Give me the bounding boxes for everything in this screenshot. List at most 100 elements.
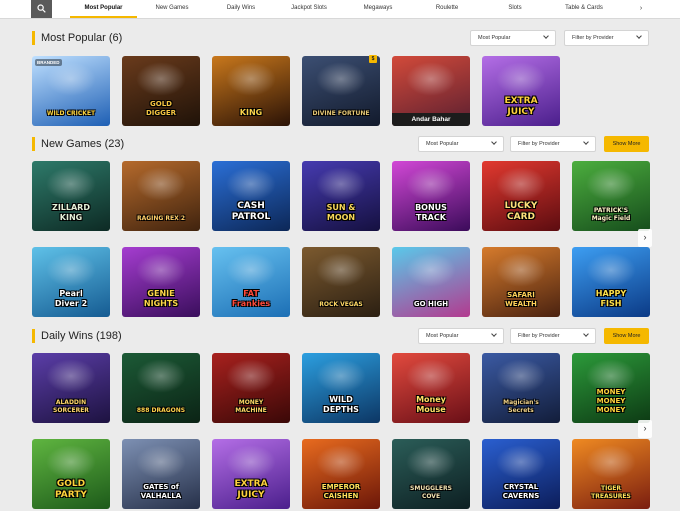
section-title-most-popular: Most Popular (6)	[41, 32, 123, 44]
game-tile[interactable]: GOLD PARTY	[32, 439, 110, 509]
game-art	[406, 445, 456, 479]
game-tile[interactable]: MONEY MONEY MONEY	[572, 353, 650, 423]
tab-roulette[interactable]: Roulette	[418, 0, 476, 18]
game-title: Pearl Diver 2	[54, 289, 88, 308]
game-title: CRYSTAL CAVERNS	[502, 483, 540, 500]
sort-dropdown[interactable]: Most Popular	[418, 136, 504, 152]
game-art	[46, 167, 96, 201]
game-tile[interactable]: ALADDIN SORCERER	[32, 353, 110, 423]
chevron-down-icon	[583, 139, 589, 145]
show-more-button[interactable]: Show More	[604, 328, 649, 344]
chevron-down-icon	[636, 33, 642, 39]
game-title-band: Andar Bahar	[392, 113, 470, 126]
game-tile[interactable]: CRYSTAL CAVERNS	[482, 439, 560, 509]
sort-dropdown-value: Most Popular	[478, 35, 511, 41]
section-accent-bar	[32, 137, 35, 151]
game-tile[interactable]: HAPPY FISH	[572, 247, 650, 317]
game-tile[interactable]: FAT Frankies	[212, 247, 290, 317]
game-art	[316, 167, 366, 201]
tab-new-games[interactable]: New Games	[143, 0, 201, 18]
game-art	[136, 359, 186, 393]
game-tile[interactable]: MONEY MACHINE	[212, 353, 290, 423]
game-tile[interactable]: TIGER TREASURES	[572, 439, 650, 509]
game-title: KING	[239, 108, 263, 117]
game-tile[interactable]: GO HIGH	[392, 247, 470, 317]
game-tile[interactable]: GOLD DIGGER	[122, 56, 200, 126]
provider-dropdown[interactable]: Filter by Provider	[510, 328, 596, 344]
game-tile[interactable]: Andar Bahar	[392, 56, 470, 126]
game-tile[interactable]: EMPEROR CAISHEN	[302, 439, 380, 509]
game-title: 888 DRAGONS	[136, 407, 186, 414]
game-tile[interactable]: ROCK VEGAS	[302, 247, 380, 317]
game-art	[136, 167, 186, 201]
game-title: DIVINE FORTUNE	[312, 110, 370, 117]
game-title: Magician's Secrets	[503, 399, 539, 414]
game-title: MONEY MONEY MONEY	[596, 388, 626, 414]
game-art	[136, 445, 186, 479]
provider-dropdown[interactable]: Filter by Provider	[564, 30, 649, 46]
game-tile[interactable]: PATRICK'S Magic Field	[572, 161, 650, 231]
game-art	[226, 359, 276, 393]
provider-dropdown-value: Filter by Provider	[518, 141, 560, 147]
game-art	[316, 359, 366, 393]
game-badge: BRANDED	[35, 59, 62, 66]
game-tile[interactable]: ZILLARD KING	[32, 161, 110, 231]
game-tile[interactable]: CASH PATROL	[212, 161, 290, 231]
game-tile[interactable]: SUN & MOON	[302, 161, 380, 231]
game-tile[interactable]: GATES of VALHALLA	[122, 439, 200, 509]
game-tile[interactable]: 888 DRAGONS	[122, 353, 200, 423]
game-tile[interactable]: SMUGGLERS COVE	[392, 439, 470, 509]
game-art	[316, 253, 366, 287]
game-tile[interactable]: KING	[212, 56, 290, 126]
game-tile[interactable]: Pearl Diver 2	[32, 247, 110, 317]
game-title: ALADDIN SORCERER	[53, 399, 89, 414]
game-tile[interactable]: EXTRA JUICY	[482, 56, 560, 126]
game-art	[316, 62, 366, 96]
search-button[interactable]	[31, 0, 52, 18]
game-title: SAFARI WEALTH	[505, 291, 537, 308]
game-art	[226, 253, 276, 287]
section-title-new-games: New Games (23)	[41, 138, 125, 150]
tab-slots[interactable]: Slots	[486, 0, 544, 18]
sort-dropdown-value: Most Popular	[426, 333, 459, 339]
game-title: EXTRA JUICY	[504, 96, 538, 117]
tab-table-cards[interactable]: Table & Cards	[555, 0, 613, 18]
game-tile[interactable]: WILD DEPTHS	[302, 353, 380, 423]
game-tile[interactable]: Magician's Secrets	[482, 353, 560, 423]
game-art	[406, 359, 456, 393]
game-tile[interactable]: GENIE NIGHTS	[122, 247, 200, 317]
chevron-down-icon	[491, 331, 497, 337]
game-art	[226, 62, 276, 96]
tab-megaways[interactable]: Megaways	[349, 0, 407, 18]
game-title: FAT Frankies	[231, 289, 271, 308]
show-more-button[interactable]: Show More	[604, 136, 649, 152]
game-art	[406, 167, 456, 201]
game-art	[586, 445, 636, 479]
game-tile[interactable]: LUCKY CARD	[482, 161, 560, 231]
chevron-down-icon	[491, 139, 497, 145]
provider-dropdown-value: Filter by Provider	[572, 35, 614, 41]
chevron-right-icon[interactable]: ›	[638, 229, 652, 247]
nav-next-arrow-icon[interactable]: ›	[633, 0, 649, 18]
tab-most-popular[interactable]: Most Popular	[70, 0, 137, 18]
category-nav: Most Popular New Games Daily Wins Jackpo…	[0, 0, 680, 19]
game-title: SUN & MOON	[326, 203, 356, 222]
chevron-right-icon[interactable]: ›	[638, 420, 652, 438]
game-tile[interactable]: BRANDED WILD CRICKET	[32, 56, 110, 126]
sort-dropdown[interactable]: Most Popular	[418, 328, 504, 344]
game-title: PATRICK'S Magic Field	[591, 207, 631, 222]
game-tile[interactable]: BONUS TRACK	[392, 161, 470, 231]
provider-dropdown[interactable]: Filter by Provider	[510, 136, 596, 152]
game-tile[interactable]: RAGING REX 2	[122, 161, 200, 231]
sort-dropdown[interactable]: Most Popular	[470, 30, 556, 46]
game-tile[interactable]: DIVINE FORTUNE	[302, 56, 380, 126]
game-tile[interactable]: SAFARI WEALTH	[482, 247, 560, 317]
section-title-daily-wins: Daily Wins (198)	[41, 330, 122, 342]
tab-daily-wins[interactable]: Daily Wins	[212, 0, 270, 18]
game-tile[interactable]: Money Mouse	[392, 353, 470, 423]
tab-jackpot-slots[interactable]: Jackpot Slots	[280, 0, 338, 18]
game-tile[interactable]: EXTRA JUICY	[212, 439, 290, 509]
sort-dropdown-value: Most Popular	[426, 141, 459, 147]
game-art	[406, 253, 456, 287]
game-title: SMUGGLERS COVE	[410, 485, 452, 500]
